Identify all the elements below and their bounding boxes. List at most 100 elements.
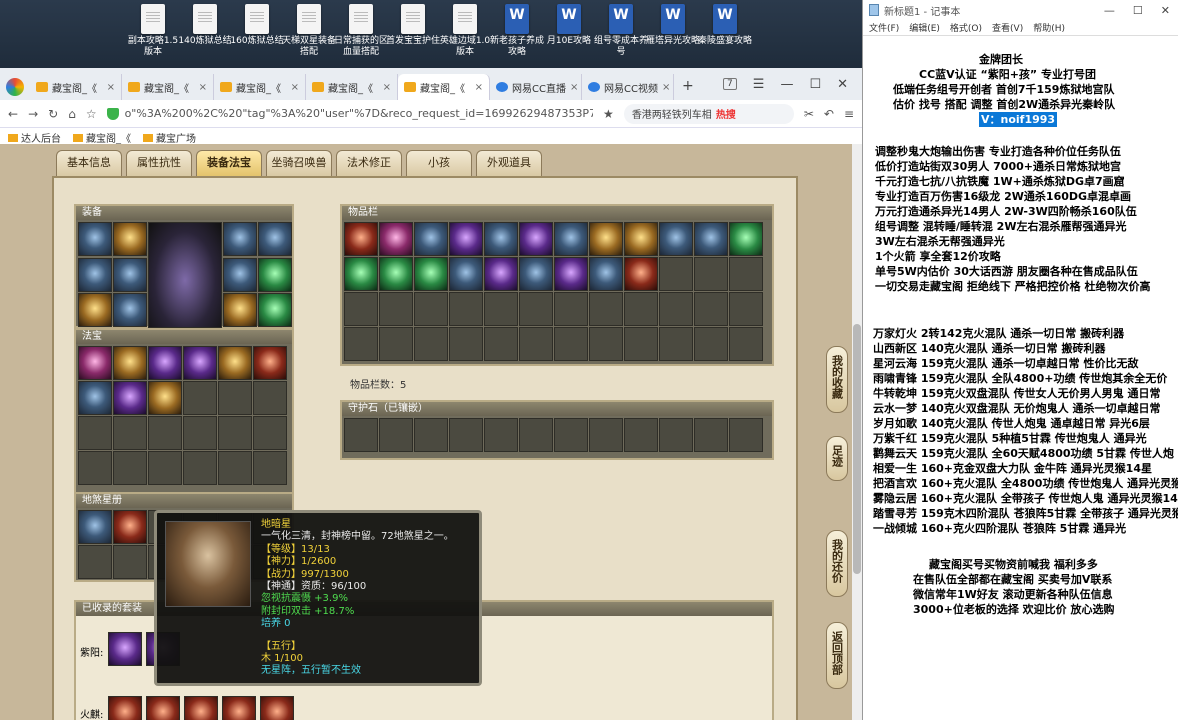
star-icon[interactable]: ☆ (86, 107, 97, 121)
back-to-top-button[interactable]: 返回顶部 (826, 622, 848, 689)
item-slot-filled[interactable] (148, 346, 182, 380)
desktop-file-icon[interactable]: 月10E攻略 (540, 4, 598, 47)
bookmark-item[interactable]: 达人后台 (8, 130, 61, 145)
equipment-slot[interactable] (78, 257, 112, 292)
maximize-icon[interactable]: ☐ (809, 77, 821, 92)
browser-tab[interactable]: 藏宝阁_《 × (30, 74, 122, 100)
item-slot-filled[interactable] (379, 222, 413, 256)
item-slot-filled[interactable] (183, 346, 217, 380)
desktop-file-icon[interactable]: 140炼狱总结 (176, 4, 234, 47)
desktop-file-icon[interactable]: 天梯双星装备搭配 (280, 4, 338, 58)
suit-item[interactable] (222, 696, 256, 720)
item-slot-filled[interactable] (113, 510, 147, 544)
item-slot-filled[interactable] (624, 257, 658, 291)
notepad-menu-item[interactable]: 编辑(E) (909, 21, 940, 34)
equipment-slot[interactable] (78, 293, 112, 328)
desktop-file-icon[interactable]: 英雄边域1.0版本 (436, 4, 494, 58)
item-slot-filled[interactable] (554, 222, 588, 256)
item-slot-filled[interactable] (218, 346, 252, 380)
item-slot-filled[interactable] (113, 346, 147, 380)
footprint-button[interactable]: 足迹 (826, 436, 848, 481)
close-tab-icon[interactable]: × (199, 82, 207, 93)
equipment-slot[interactable] (223, 257, 257, 292)
close-tab-icon[interactable]: × (383, 82, 391, 93)
item-slot-filled[interactable] (449, 257, 483, 291)
suit-item[interactable] (146, 696, 180, 720)
suit-item[interactable] (108, 696, 142, 720)
bookmark-item[interactable]: 藏宝广场 (143, 130, 196, 145)
item-slot-filled[interactable] (148, 381, 182, 415)
my-bargain-button[interactable]: 我的还价 (826, 530, 848, 597)
close-tab-icon[interactable]: × (475, 82, 483, 93)
forward-icon[interactable]: → (28, 107, 38, 121)
notepad-menu-item[interactable]: 帮助(H) (1033, 21, 1065, 34)
item-slot-filled[interactable] (554, 257, 588, 291)
desktop-file-icon[interactable]: 秦陵盛宴攻略 (696, 4, 754, 47)
desktop-file-icon[interactable]: 组号零成本养号 (592, 4, 650, 58)
maximize-icon[interactable]: ☐ (1133, 4, 1143, 17)
home-icon[interactable]: ⌂ (68, 107, 76, 121)
item-slot-filled[interactable] (414, 257, 448, 291)
equipment-slot[interactable] (258, 222, 292, 256)
browser-logo-icon[interactable] (6, 78, 24, 96)
desktop-file-icon[interactable]: 首发宝宝护住 (384, 4, 442, 47)
bookmark-star-icon[interactable]: ★ (603, 107, 614, 121)
item-slot-filled[interactable] (694, 222, 728, 256)
desktop-file-icon[interactable]: 副本攻略1.5版本 (124, 4, 182, 58)
item-slot-filled[interactable] (414, 222, 448, 256)
tab-count-badge[interactable]: 7 (723, 78, 737, 90)
item-slot-filled[interactable] (484, 257, 518, 291)
equipment-slot[interactable] (258, 293, 292, 328)
game-tab[interactable]: 小孩 (406, 150, 472, 176)
game-tab[interactable]: 属性抗性 (126, 150, 192, 176)
undo-icon[interactable]: ↶ (824, 107, 834, 121)
suit-item[interactable] (184, 696, 218, 720)
game-tab[interactable]: 基本信息 (56, 150, 122, 176)
close-tab-icon[interactable]: × (291, 82, 299, 93)
game-tab[interactable]: 装备法宝 (196, 150, 262, 176)
desktop-file-icon[interactable]: 160炼狱总结 (228, 4, 286, 47)
browser-tab[interactable]: 网易CC直播 × (490, 74, 582, 100)
equipment-slot[interactable] (78, 222, 112, 256)
equipment-slot[interactable] (258, 257, 292, 292)
suit-item[interactable] (108, 632, 142, 666)
browser-tab[interactable]: 网易CC视频 × (582, 74, 674, 100)
bookmark-item[interactable]: 藏宝阁_《 (73, 130, 131, 145)
hot-search-badge[interactable]: 热搜 (716, 106, 736, 121)
scrollbar-thumb[interactable] (853, 324, 861, 574)
equipment-slot[interactable] (113, 257, 147, 292)
browser-tab[interactable]: 藏宝阁_《 × (122, 74, 214, 100)
item-slot-filled[interactable] (519, 257, 553, 291)
item-slot-filled[interactable] (344, 222, 378, 256)
notepad-text-area[interactable]: 金牌团长 CC蓝V认证 “紫阳+孩” 专业打号团 低端任务组号开创者 首创7千159… (863, 36, 1178, 720)
desktop-file-icon[interactable]: 日常捕获的区血量搭配 (332, 4, 390, 58)
item-slot-filled[interactable] (379, 257, 413, 291)
game-tab[interactable]: 法术修正 (336, 150, 402, 176)
item-slot-filled[interactable] (113, 381, 147, 415)
page-scrollbar[interactable] (852, 144, 862, 720)
item-slot-filled[interactable] (78, 510, 112, 544)
close-tab-icon[interactable]: × (570, 82, 578, 93)
menu-icon[interactable]: ☰ (753, 77, 765, 92)
item-slot-filled[interactable] (78, 346, 112, 380)
search-box[interactable]: 香港两轻铁列车相 热搜 (623, 103, 794, 124)
item-slot-filled[interactable] (253, 346, 287, 380)
item-slot-filled[interactable] (78, 381, 112, 415)
cut-icon[interactable]: ✂ (804, 107, 814, 121)
item-slot-filled[interactable] (449, 222, 483, 256)
browser-tab[interactable]: 藏宝阁_《 × (306, 74, 398, 100)
equipment-slot[interactable] (113, 222, 147, 256)
reload-icon[interactable]: ↻ (48, 107, 58, 121)
browser-tab[interactable]: 藏宝阁_《 × (398, 74, 490, 100)
url-field[interactable]: o"%3A%200%2C%20"tag"%3A%20"user"%7D&reco… (106, 104, 593, 124)
minimize-icon[interactable]: — (1104, 4, 1115, 17)
item-slot-filled[interactable] (589, 222, 623, 256)
game-tab[interactable]: 坐骑召唤兽 (266, 150, 332, 176)
my-favorites-button[interactable]: 我的收藏 (826, 346, 848, 413)
browser-tab[interactable]: 藏宝阁_《 × (214, 74, 306, 100)
browser-menu-icon[interactable]: ≡ (844, 107, 854, 121)
notepad-menu-item[interactable]: 格式(O) (950, 21, 982, 34)
item-slot-filled[interactable] (519, 222, 553, 256)
item-slot-filled[interactable] (484, 222, 518, 256)
close-tab-icon[interactable]: × (107, 82, 115, 93)
